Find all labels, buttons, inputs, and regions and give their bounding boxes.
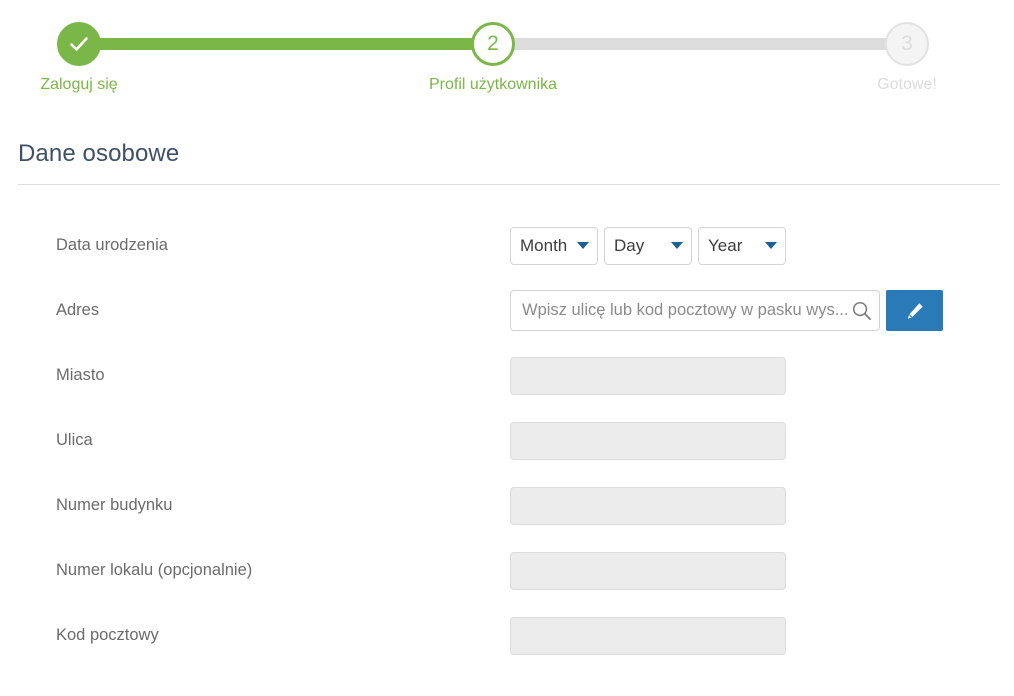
address-search-input[interactable] [510, 290, 880, 331]
city-input[interactable] [510, 356, 786, 395]
street-input[interactable] [510, 421, 786, 460]
step-2-circle[interactable]: 2 [471, 22, 515, 66]
step-2-label: Profil użytkownika [428, 76, 558, 93]
section-divider [18, 184, 1000, 185]
form-row-birthdate: Data urodzenia Month Day Year [18, 213, 1000, 278]
address-field [510, 290, 1000, 331]
step-3-number: 3 [901, 32, 913, 55]
street-field [510, 421, 1000, 460]
chevron-down-icon [671, 242, 683, 249]
step-item-3[interactable]: 3 Gotowe! [807, 0, 1007, 95]
postal-code-input[interactable] [510, 616, 786, 655]
page-title: Dane osobowe [18, 140, 180, 167]
form-row-city: Miasto [18, 343, 1000, 408]
form-row-street: Ulica [18, 408, 1000, 473]
apartment-number-label: Numer lokalu (opcjonalnie) [56, 561, 253, 579]
apartment-number-input[interactable] [510, 551, 786, 590]
building-number-label: Numer budynku [56, 496, 173, 514]
birth-month-value: Month [520, 235, 568, 255]
form-row-apartment-number: Numer lokalu (opcjonalnie) [18, 538, 1000, 603]
form-row-address: Adres [18, 278, 1000, 343]
pencil-icon [907, 302, 923, 319]
birth-month-select[interactable]: Month [510, 226, 598, 265]
address-input-wrapper [510, 290, 880, 331]
step-1-circle[interactable] [57, 22, 101, 66]
check-icon [70, 37, 88, 51]
city-field [510, 356, 1000, 395]
birth-day-select[interactable]: Day [604, 226, 692, 265]
apartment-number-field [510, 551, 1000, 590]
address-edit-button[interactable] [886, 290, 943, 331]
personal-data-form: Data urodzenia Month Day Year Adres Wpis… [18, 213, 1000, 668]
building-number-field [510, 486, 1000, 525]
step-3-label: Gotowe! [877, 76, 937, 93]
chevron-down-icon [577, 242, 589, 249]
birth-year-value: Year [708, 235, 743, 255]
birth-day-value: Day [614, 235, 645, 255]
building-number-input[interactable] [510, 486, 786, 525]
progress-stepper: Zaloguj się 2 Profil użytkownika 3 Gotow… [0, 0, 1014, 96]
form-row-building-number: Numer budynku [18, 473, 1000, 538]
postal-code-label: Kod pocztowy [56, 626, 159, 644]
birthdate-selects: Month Day Year [510, 226, 786, 265]
address-label: Adres [56, 301, 100, 319]
street-label: Ulica [56, 431, 93, 449]
step-item-2[interactable]: 2 Profil użytkownika [393, 0, 593, 95]
postal-code-field [510, 616, 1000, 655]
city-label: Miasto [56, 366, 105, 384]
step-1-label: Zaloguj się [40, 76, 118, 93]
step-3-circle[interactable]: 3 [885, 22, 929, 66]
birthdate-label: Data urodzenia [56, 236, 168, 254]
birth-year-select[interactable]: Year [698, 226, 786, 265]
personal-data-section: Dane osobowe Data urodzenia Month Day Ye… [0, 140, 1014, 668]
form-row-postal-code: Kod pocztowy [18, 603, 1000, 668]
chevron-down-icon [765, 242, 777, 249]
address-search-group [510, 290, 943, 331]
birthdate-field: Month Day Year [510, 226, 1000, 265]
step-2-number: 2 [487, 32, 499, 55]
step-item-1[interactable]: Zaloguj się [0, 0, 179, 95]
